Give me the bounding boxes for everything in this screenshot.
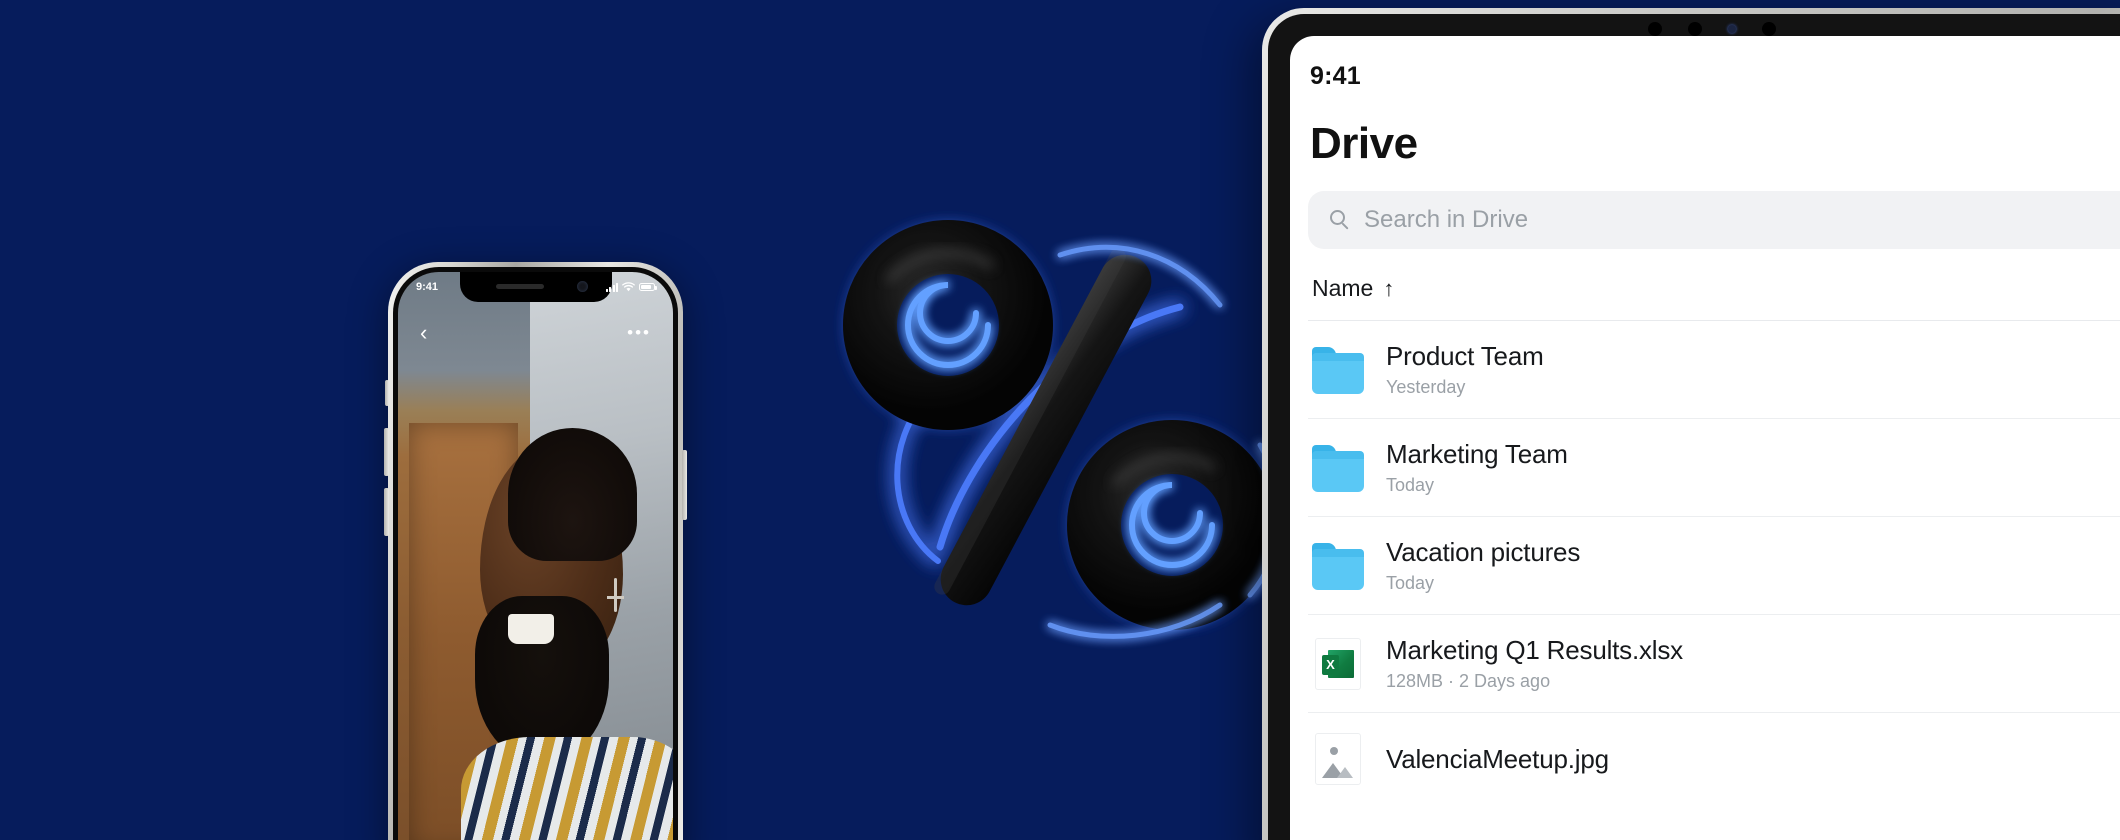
promo-hero-stage: 9:41 ‹ ••• 9:41 Drive Search in Drive Na…: [0, 0, 2120, 840]
image-file-icon: [1312, 733, 1364, 785]
camera-dot-icon: [1762, 22, 1776, 36]
tablet-device: 9:41 Drive Search in Drive Name ↑ Produc…: [1262, 8, 2120, 840]
status-bar-time: 9:41: [1310, 62, 1361, 90]
phone-status-time: 9:41: [416, 281, 439, 293]
phone-volume-down-button: [384, 488, 389, 536]
tablet-bezel: 9:41 Drive Search in Drive Name ↑ Produc…: [1268, 14, 2120, 840]
excel-letter: X: [1322, 654, 1339, 675]
file-subtitle: Today: [1386, 573, 1435, 593]
phone-mute-switch: [385, 380, 389, 406]
file-subtitle: 128MB · 2 Days ago: [1386, 671, 1551, 691]
file-name: Marketing Team: [1386, 439, 1568, 469]
file-subtitle: Yesterday: [1386, 377, 1466, 397]
page-title: Drive: [1310, 119, 1418, 168]
excel-file-icon: X: [1312, 637, 1364, 690]
list-item[interactable]: Product Team Yesterday: [1308, 321, 2120, 419]
drive-app: 9:41 Drive Search in Drive Name ↑ Produc…: [1290, 36, 2120, 840]
phone-device: 9:41 ‹ •••: [384, 262, 687, 840]
folder-icon: [1312, 442, 1364, 494]
list-item[interactable]: X Marketing Q1 Results.xlsx 128MB · 2 Da…: [1308, 615, 2120, 713]
phone-photo-toolbar: ‹ •••: [398, 316, 673, 350]
folder-icon: [1312, 540, 1364, 592]
file-name: Product Team: [1386, 341, 1544, 371]
folder-icon: [1312, 344, 1364, 396]
arrow-up-icon: ↑: [1383, 275, 1395, 301]
file-subtitle: Today: [1386, 475, 1435, 495]
camera-dot-icon: [1648, 22, 1662, 36]
sort-label: Name: [1312, 275, 1374, 301]
more-options-icon[interactable]: •••: [627, 323, 651, 343]
cellular-signal-icon: [605, 282, 618, 292]
camera-dot-icon: [1688, 22, 1702, 36]
file-name: Marketing Q1 Results.xlsx: [1386, 635, 1683, 665]
phone-bezel: 9:41 ‹ •••: [393, 267, 678, 840]
phone-status-bar: 9:41: [398, 272, 673, 302]
sort-header[interactable]: Name ↑: [1308, 249, 2120, 321]
battery-icon: [639, 283, 657, 291]
phone-volume-up-button: [384, 428, 389, 476]
file-name: Vacation pictures: [1386, 537, 1581, 567]
phone-screen: 9:41 ‹ •••: [398, 272, 673, 840]
search-placeholder: Search in Drive: [1364, 206, 1529, 233]
wifi-icon: [622, 282, 635, 292]
tablet-screen: 9:41 Drive Search in Drive Name ↑ Produc…: [1290, 36, 2120, 840]
percent-sign-artwork: [820, 195, 1300, 655]
sensor-dot-icon: [1728, 25, 1736, 33]
file-name: ValenciaMeetup.jpg: [1386, 743, 1609, 774]
list-item[interactable]: ValenciaMeetup.jpg: [1308, 713, 2120, 805]
file-list: Product Team Yesterday Marketing Team To…: [1308, 321, 2120, 805]
list-item[interactable]: Marketing Team Today: [1308, 419, 2120, 517]
search-input[interactable]: Search in Drive: [1308, 191, 2120, 249]
phone-power-button: [682, 450, 687, 520]
list-item[interactable]: Vacation pictures Today: [1308, 517, 2120, 615]
phone-photo-subject: [448, 428, 673, 840]
chevron-left-icon[interactable]: ‹: [420, 322, 427, 344]
tablet-camera-array: [1648, 22, 1776, 36]
search-icon: [1330, 210, 1350, 230]
